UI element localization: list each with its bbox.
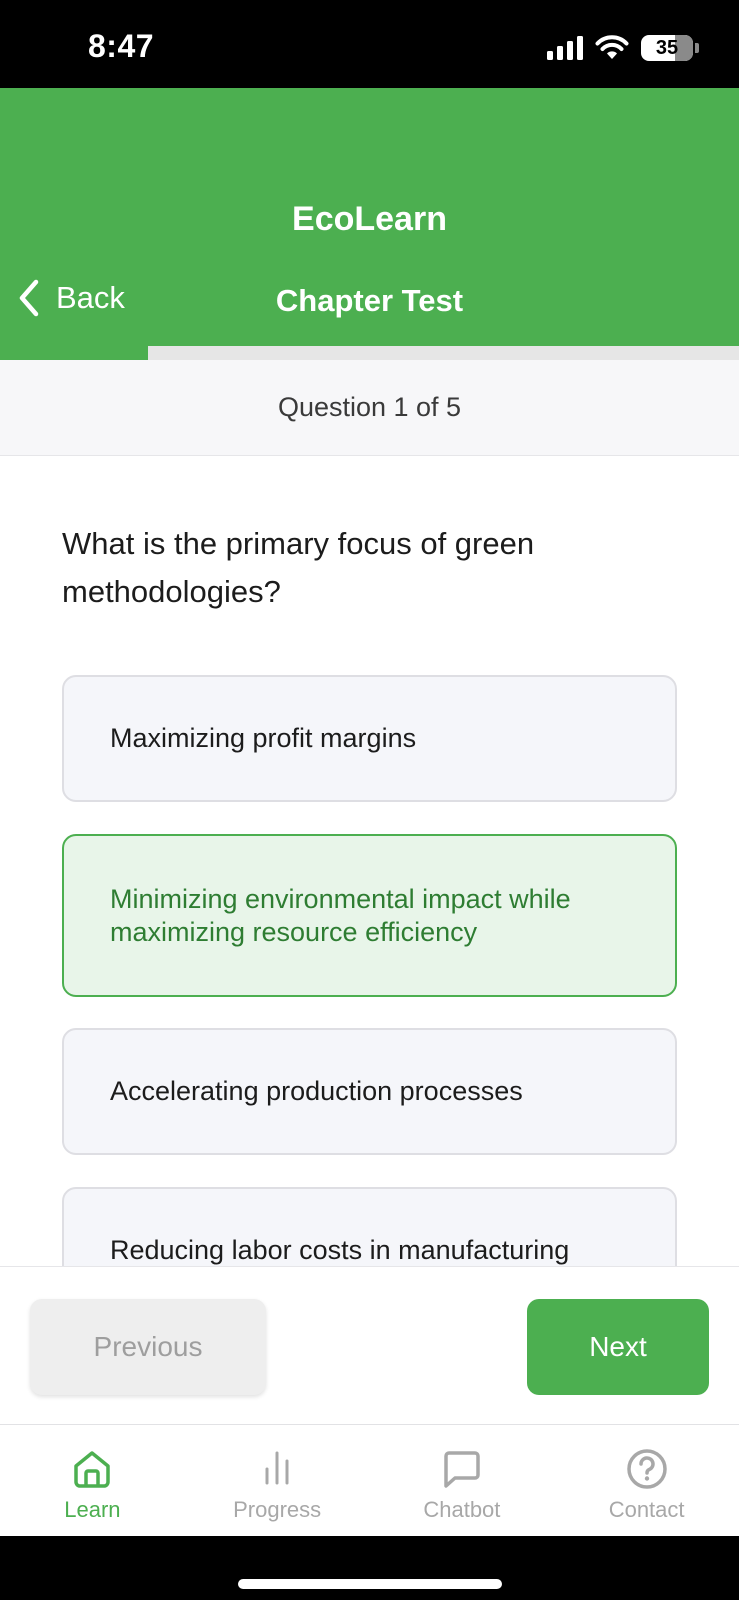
home-indicator-area — [0, 1536, 739, 1600]
help-circle-icon — [626, 1449, 667, 1489]
battery-level: 35 — [655, 36, 679, 59]
question-text: What is the primary focus of green metho… — [62, 526, 535, 609]
back-label: Back — [56, 280, 125, 315]
tab-label: Progress — [233, 1497, 322, 1522]
status-time: 8:47 — [88, 28, 155, 64]
home-icon — [74, 1451, 111, 1488]
bottom-tab-bar: Learn Progress Chatbot Contact — [0, 1424, 739, 1536]
tab-label: Contact — [608, 1497, 685, 1522]
tab-learn[interactable]: Learn — [0, 1425, 185, 1536]
answer-option-2[interactable]: Minimizing environmental impact while ma… — [62, 834, 677, 997]
answer-option-label: Maximizing profit margins — [110, 723, 417, 753]
answer-option-4[interactable]: Reducing labor costs in manufacturing — [62, 1187, 677, 1266]
question-content[interactable]: What is the primary focus of green metho… — [0, 456, 739, 1266]
answer-option-1[interactable]: Maximizing profit margins — [62, 675, 677, 802]
answer-option-label: Minimizing environmental impact while ma… — [110, 883, 571, 947]
status-icons: 35 — [547, 34, 699, 62]
tab-label: Learn — [64, 1497, 121, 1522]
chat-bubble-icon — [444, 1451, 480, 1488]
tab-progress[interactable]: Progress — [185, 1425, 370, 1536]
tab-chatbot[interactable]: Chatbot — [370, 1425, 555, 1536]
question-counter: Question 1 of 5 — [0, 360, 739, 456]
answer-option-label: Accelerating production processes — [110, 1076, 523, 1106]
chevron-left-icon — [19, 279, 39, 317]
previous-button[interactable]: Previous — [30, 1299, 266, 1395]
bar-chart-icon — [265, 1451, 289, 1485]
tab-contact[interactable]: Contact — [554, 1425, 739, 1536]
app-header: EcoLearn Back Chapter Test — [0, 88, 739, 346]
battery-icon: 35 — [641, 35, 699, 61]
quiz-progress-bar — [0, 346, 739, 360]
status-bar: 8:47 35 — [0, 0, 739, 88]
next-button[interactable]: Next — [527, 1299, 709, 1395]
question-navigation: Previous Next — [0, 1266, 739, 1424]
back-button[interactable]: Back — [16, 278, 125, 318]
answer-option-3[interactable]: Accelerating production processes — [62, 1028, 677, 1155]
app-name: EcoLearn — [292, 200, 447, 238]
answer-option-label: Reducing labor costs in manufacturing — [110, 1235, 570, 1265]
home-indicator[interactable] — [238, 1579, 502, 1589]
tab-label: Chatbot — [423, 1497, 501, 1522]
cellular-signal-icon — [547, 36, 583, 60]
quiz-progress-fill — [0, 346, 148, 360]
wifi-icon — [595, 35, 629, 59]
